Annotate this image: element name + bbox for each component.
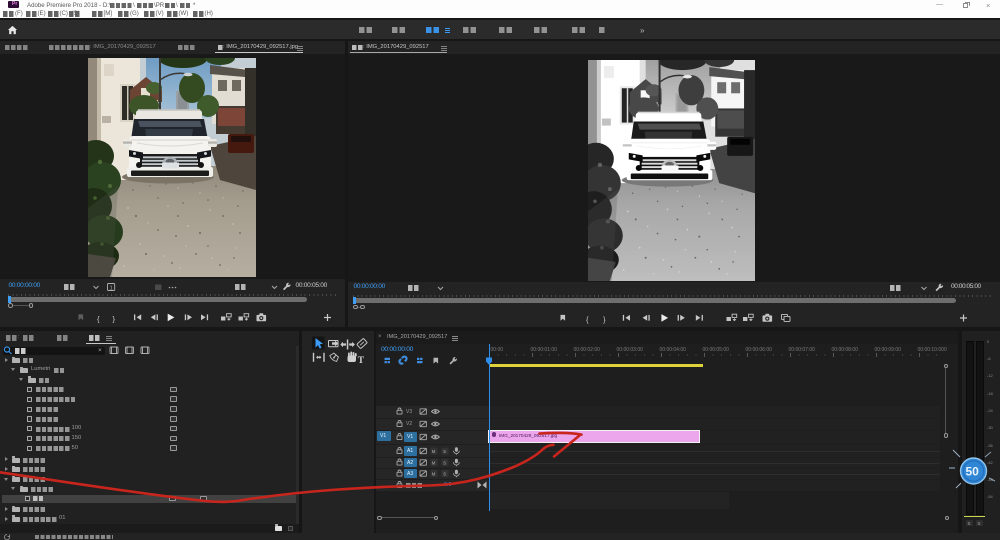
svg-text:S: S — [443, 449, 446, 454]
svg-text:M: M — [432, 449, 436, 454]
svg-text:M: M — [432, 461, 436, 466]
svg-text:}: } — [603, 315, 606, 324]
svg-text:M: M — [432, 472, 436, 477]
svg-text:{: { — [586, 315, 589, 324]
svg-text:S: S — [443, 461, 446, 466]
svg-text:T: T — [358, 356, 365, 366]
svg-text:{: { — [97, 314, 100, 323]
svg-text:S: S — [443, 472, 446, 477]
svg-text:}: } — [113, 314, 116, 323]
svg-text:1: 1 — [110, 285, 113, 291]
svg-text:50: 50 — [966, 465, 980, 479]
